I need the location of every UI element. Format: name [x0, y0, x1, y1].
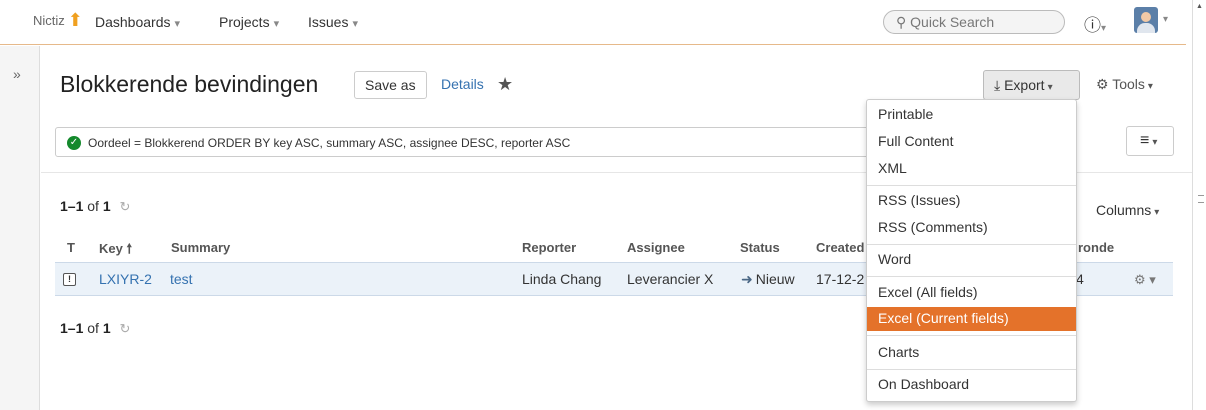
details-link[interactable]: Details [441, 76, 484, 92]
count-of: of [87, 198, 99, 214]
menu-divider [867, 369, 1076, 370]
nav-dashboards[interactable]: Dashboards ▾ [95, 14, 180, 30]
help-menu[interactable]: ⓘ▾ [1084, 11, 1106, 36]
issue-status: ➜ Nieuw [741, 271, 795, 288]
results-count-bottom: 1–1 of 1 ↻ [60, 320, 130, 337]
chevron-down-icon: ▾ [1152, 137, 1158, 148]
star-icon[interactable]: ★ [497, 74, 513, 95]
tools-label: Tools [1112, 76, 1145, 92]
export-printable[interactable]: Printable [867, 103, 1076, 127]
menu-divider [867, 244, 1076, 245]
refresh-icon[interactable]: ↻ [120, 321, 131, 336]
export-button[interactable]: ⤓ Export ▾ [983, 70, 1080, 100]
count-total: 1 [102, 198, 111, 214]
issue-reporter: Linda Chang [522, 271, 602, 287]
issue-key-link[interactable]: LXIYR-2 [99, 271, 152, 287]
nav-dashboards-label: Dashboards [95, 14, 171, 30]
column-header-key[interactable]: Key 🠕 [99, 240, 132, 262]
avatar-head-shape [1141, 12, 1151, 22]
chevron-down-icon: ▾ [352, 18, 358, 30]
avatar[interactable] [1134, 7, 1158, 33]
count-of: of [87, 320, 99, 336]
column-header-summary[interactable]: Summary [171, 240, 230, 255]
export-on-dashboard[interactable]: On Dashboard [867, 373, 1076, 397]
columns-label: Columns [1096, 202, 1152, 218]
count-range: 1–1 [60, 320, 84, 336]
save-as-button[interactable]: Save as [354, 71, 427, 99]
column-header-assignee[interactable]: Assignee [627, 240, 685, 255]
refresh-icon[interactable]: ↻ [120, 199, 131, 214]
quick-search-input[interactable]: ⚲ Quick Search [883, 10, 1065, 34]
menu-divider [867, 185, 1076, 186]
column-header-reporter[interactable]: Reporter [522, 240, 576, 255]
columns-button[interactable]: Columns ▾ [1096, 202, 1159, 218]
column-header-created[interactable]: Created [816, 240, 864, 255]
chevron-down-icon: ▾ [273, 18, 280, 30]
nav-projects[interactable]: Projects ▾ [219, 14, 279, 30]
valid-query-check-icon: ✓ [67, 136, 81, 150]
page-title: Blokkerende bevindingen [60, 71, 319, 97]
export-word[interactable]: Word [867, 248, 1076, 272]
help-icon: ⓘ [1084, 16, 1101, 35]
export-excel-current-fields[interactable]: Excel (Current fields) [867, 307, 1076, 331]
export-excel-all-fields[interactable]: Excel (All fields) [867, 281, 1076, 305]
issue-ronde: 4 [1076, 271, 1084, 287]
nav-issues-label: Issues [308, 14, 349, 30]
top-navigation-bar: Nictiz ⬆ Dashboards ▾ Projects ▾ Issues ▾ ⚲… [0, 0, 1186, 45]
sort-ascending-icon: 🠕 [126, 241, 133, 256]
jql-query-field[interactable]: Oordeel = Blokkerend ORDER BY key ASC, s… [55, 127, 925, 157]
app-logo[interactable]: Nictiz ⬆ [33, 11, 83, 29]
nav-issues[interactable]: Issues ▾ [308, 14, 358, 30]
column-header-status[interactable]: Status [740, 240, 780, 255]
results-count: 1–1 of 1 ↻ [60, 198, 130, 215]
tools-button[interactable]: ⚙ Tools ▾ [1096, 76, 1153, 93]
scroll-grip-icon[interactable] [1198, 195, 1204, 203]
chevron-down-icon: ▾ [1101, 23, 1107, 34]
nav-projects-label: Projects [219, 14, 270, 30]
column-header-type[interactable]: T [67, 240, 75, 255]
scroll-up-icon[interactable]: ▲ [1196, 3, 1203, 10]
export-xml[interactable]: XML [867, 157, 1076, 181]
menu-divider [867, 335, 1076, 336]
count-range: 1–1 [60, 198, 84, 214]
menu-divider [867, 276, 1076, 277]
logo-icon: ⬆ [67, 10, 83, 30]
export-charts[interactable]: Charts [867, 341, 1076, 365]
layout-menu-button[interactable]: ≡ ▾ [1126, 126, 1174, 156]
avatar-body-shape [1137, 23, 1155, 33]
logo-label: Nictiz [33, 12, 65, 28]
chevron-down-icon: ▾ [174, 18, 181, 30]
export-full-content[interactable]: Full Content [867, 130, 1076, 154]
gear-icon: ⚙ [1096, 76, 1109, 92]
chevron-down-icon: ▾ [1047, 82, 1053, 93]
export-rss-issues[interactable]: RSS (Issues) [867, 189, 1076, 213]
export-dropdown-menu: Printable Full Content XML RSS (Issues) … [866, 99, 1077, 402]
chevron-down-icon[interactable]: ▾ [1163, 14, 1168, 25]
row-actions-gear-icon[interactable]: ⚙ ▾ [1134, 272, 1156, 288]
issue-type-icon: ! [63, 273, 76, 286]
search-icon: ⚲ [896, 14, 907, 30]
issue-created: 17-12-2 [816, 271, 865, 287]
export-label: Export [1004, 77, 1045, 93]
status-arrow-icon: ➜ [741, 271, 753, 287]
issue-summary-link[interactable]: test [170, 271, 193, 287]
export-rss-comments[interactable]: RSS (Comments) [867, 216, 1076, 240]
count-total: 1 [102, 320, 111, 336]
issue-assignee: Leverancier X [627, 271, 714, 287]
chevron-down-icon: ▾ [1154, 207, 1160, 218]
collapsed-sidebar [0, 46, 40, 410]
column-header-key-label: Key [99, 241, 123, 256]
chevron-down-icon: ▾ [1147, 81, 1153, 92]
expand-sidebar-icon[interactable]: » [13, 66, 21, 82]
search-placeholder: Quick Search [910, 14, 995, 30]
vertical-scrollbar[interactable] [1192, 0, 1206, 410]
issue-status-label: Nieuw [755, 271, 795, 287]
hamburger-icon: ≡ [1140, 132, 1150, 149]
column-header-ronde[interactable]: ronde [1078, 240, 1114, 255]
download-icon: ⤓ [994, 77, 1001, 93]
